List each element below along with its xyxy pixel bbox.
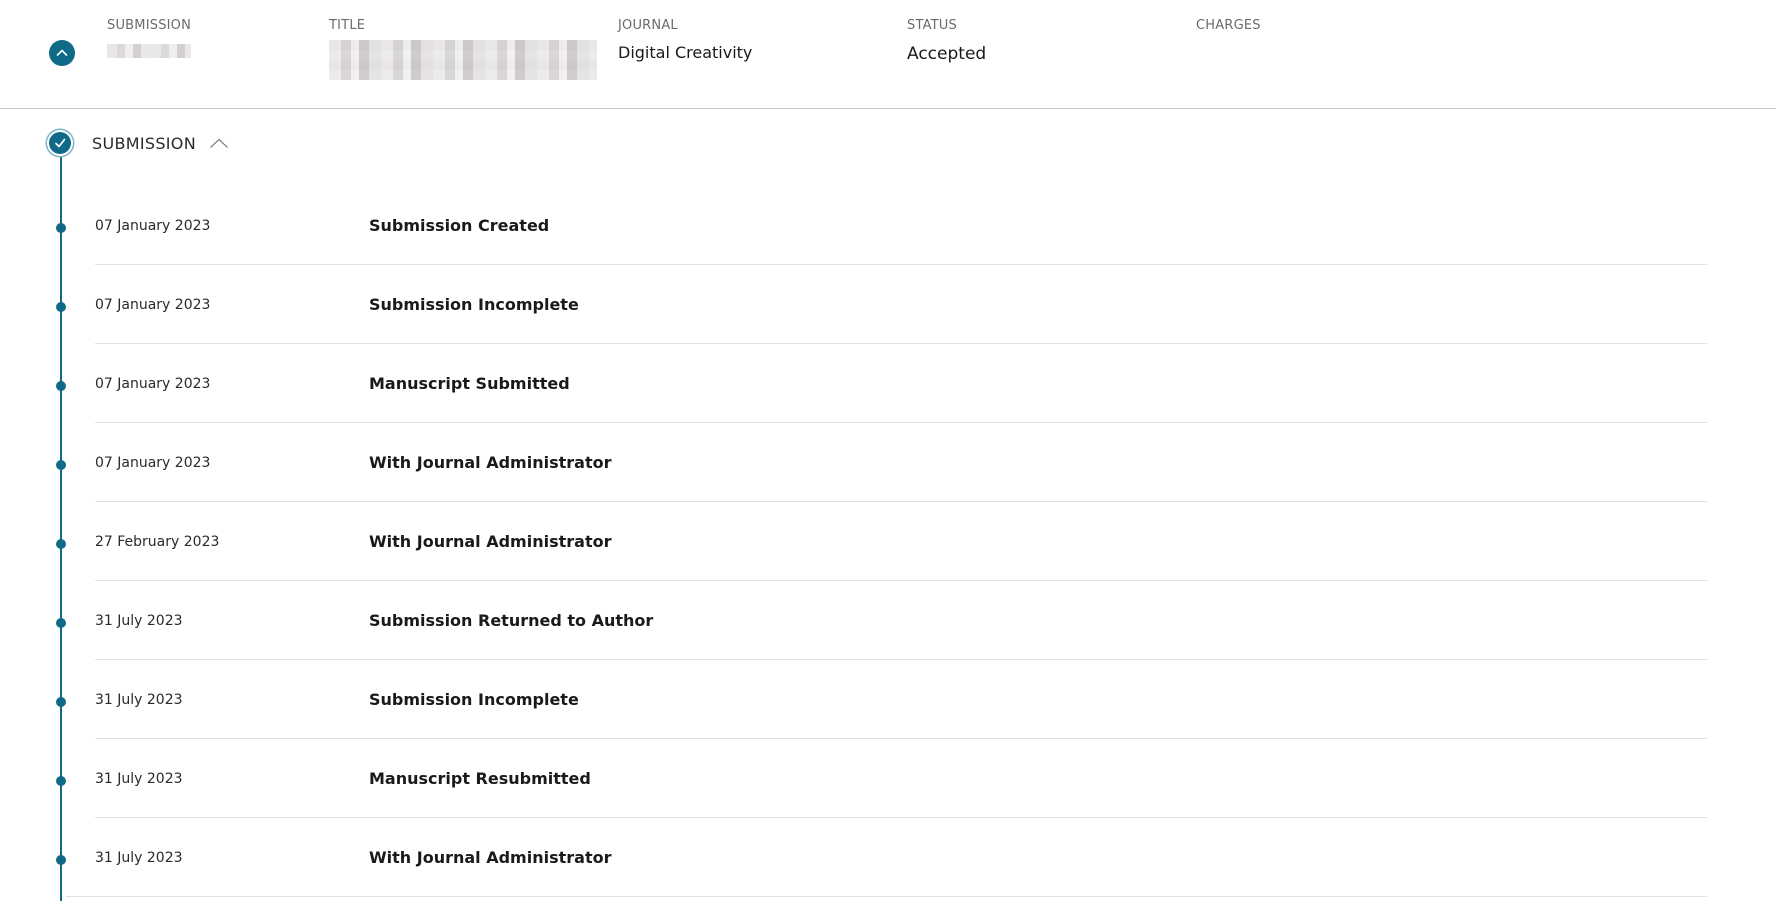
chevron-up-icon <box>56 49 68 56</box>
event-name: Manuscript Resubmitted <box>369 769 591 788</box>
event-row: 31 July 2023 With Journal Administrator <box>0 830 1776 909</box>
charges-label: CHARGES <box>1196 18 1261 33</box>
timeline-dot <box>56 697 66 707</box>
timeline-dot <box>56 618 66 628</box>
row-divider <box>95 580 1707 581</box>
journal-value: Digital Creativity <box>618 43 753 62</box>
status-column: STATUS Accepted <box>907 18 986 64</box>
status-label: STATUS <box>907 18 957 33</box>
timeline-dot <box>56 539 66 549</box>
submission-summary-row: SUBMISSION TITLE JOURNAL Digital Creativ… <box>0 0 1776 109</box>
section-title: SUBMISSION <box>92 133 196 153</box>
submission-label: SUBMISSION <box>107 18 192 33</box>
event-name: Submission Incomplete <box>369 295 579 314</box>
event-list: 07 January 2023 Submission Created 07 Ja… <box>0 198 1776 909</box>
event-date: 31 July 2023 <box>95 692 183 708</box>
journal-label: JOURNAL <box>618 18 678 33</box>
collapse-toggle-button[interactable] <box>49 40 75 66</box>
event-name: With Journal Administrator <box>369 532 612 551</box>
event-name: With Journal Administrator <box>369 453 612 472</box>
title-label: TITLE <box>329 18 366 33</box>
submission-column: SUBMISSION <box>107 18 191 58</box>
event-name: Submission Created <box>369 216 550 235</box>
check-circle <box>49 132 71 154</box>
event-date: 07 January 2023 <box>95 376 211 392</box>
row-divider <box>95 343 1707 344</box>
event-row: 31 July 2023 Submission Incomplete <box>0 672 1776 751</box>
timeline-dot <box>56 855 66 865</box>
section-toggle[interactable] <box>209 137 229 149</box>
event-name: With Journal Administrator <box>369 848 612 867</box>
event-row: 07 January 2023 Submission Incomplete <box>0 277 1776 356</box>
status-value: Accepted <box>907 44 987 64</box>
title-column: TITLE <box>329 18 597 80</box>
journal-column: JOURNAL Digital Creativity <box>618 18 752 62</box>
event-name: Submission Returned to Author <box>369 611 654 630</box>
event-name: Manuscript Submitted <box>369 374 570 393</box>
submission-timeline: SUBMISSION 07 January 2023 Submission Cr… <box>0 109 1776 916</box>
title-redacted <box>329 40 597 80</box>
timeline-dot <box>56 776 66 786</box>
row-divider <box>66 896 1707 897</box>
event-row: 07 January 2023 Manuscript Submitted <box>0 356 1776 435</box>
event-row: 31 July 2023 Manuscript Resubmitted <box>0 751 1776 830</box>
event-row: 31 July 2023 Submission Returned to Auth… <box>0 593 1776 672</box>
event-date: 07 January 2023 <box>95 297 211 313</box>
event-date: 31 July 2023 <box>95 850 183 866</box>
row-divider <box>95 264 1707 265</box>
event-date: 07 January 2023 <box>95 218 211 234</box>
event-row: 27 February 2023 With Journal Administra… <box>0 514 1776 593</box>
timeline-dot <box>56 460 66 470</box>
event-row: 07 January 2023 With Journal Administrat… <box>0 435 1776 514</box>
event-date: 27 February 2023 <box>95 534 220 550</box>
timeline-dot <box>56 381 66 391</box>
event-date: 31 July 2023 <box>95 613 183 629</box>
row-divider <box>95 659 1707 660</box>
timeline-dot <box>56 223 66 233</box>
event-date: 07 January 2023 <box>95 455 211 471</box>
event-row: 07 January 2023 Submission Created <box>0 198 1776 277</box>
check-icon <box>55 138 66 148</box>
event-name: Submission Incomplete <box>369 690 579 709</box>
submission-id-redacted <box>107 44 191 58</box>
row-divider <box>95 501 1707 502</box>
row-divider <box>95 738 1707 739</box>
charges-column: CHARGES <box>1196 18 1261 43</box>
event-date: 31 July 2023 <box>95 771 183 787</box>
row-divider <box>95 422 1707 423</box>
section-header-submission[interactable]: SUBMISSION <box>49 132 229 154</box>
chevron-up-icon <box>210 138 228 148</box>
timeline-dot <box>56 302 66 312</box>
row-divider <box>95 817 1707 818</box>
